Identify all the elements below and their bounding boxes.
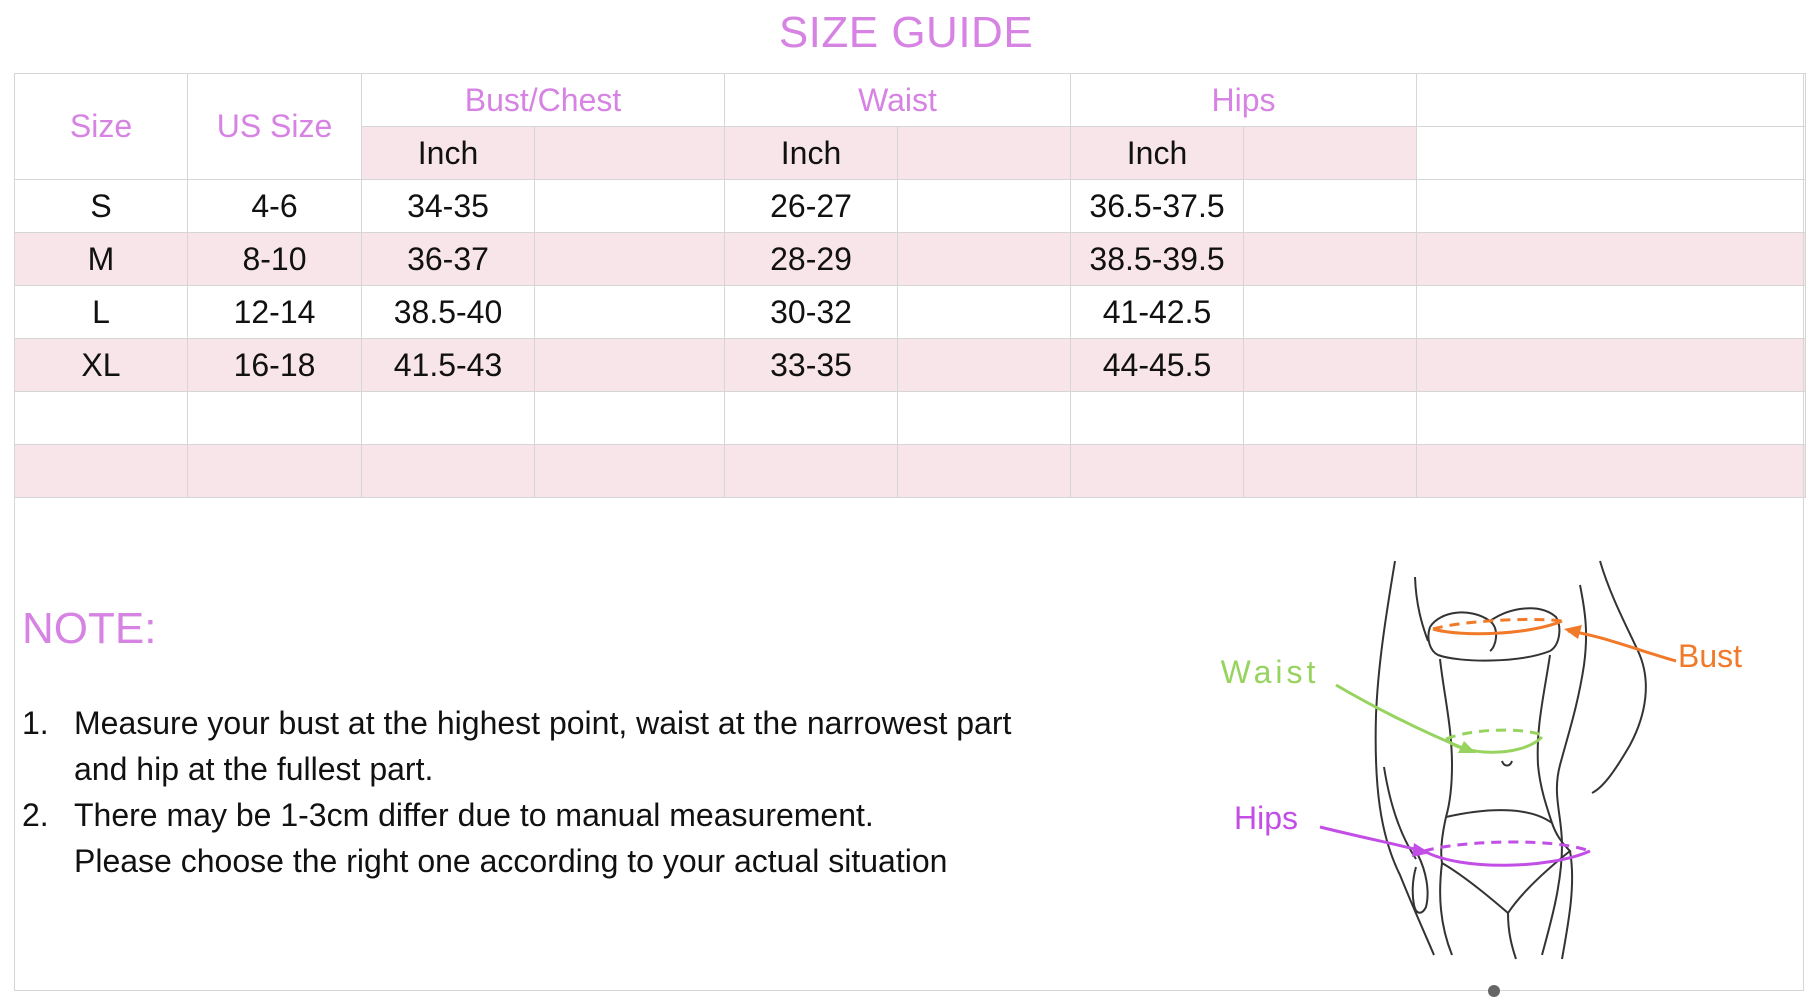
empty-cell: [1416, 338, 1807, 392]
empty-cell: [14, 444, 188, 498]
cell-us-size: 16-18: [187, 338, 362, 392]
empty-cell: [724, 391, 899, 445]
empty-cell: [361, 391, 535, 445]
empty-cell: [1243, 444, 1418, 498]
empty-cell: [533, 338, 726, 392]
header-waist: Waist: [724, 73, 1072, 127]
hips-label: Hips: [1234, 800, 1298, 836]
table-row: S 4-6 34-35 26-27 36.5-37.5: [14, 179, 1807, 233]
empty-cell: [1416, 126, 1807, 180]
empty-cell: [187, 391, 362, 445]
cell-waist: 30-32: [724, 285, 899, 339]
note-title: NOTE:: [22, 604, 157, 653]
note-line: Measure your bust at the highest point, …: [74, 705, 1012, 741]
empty-cell: [897, 444, 1072, 498]
cell-size: M: [14, 232, 188, 286]
cell-us-size: 8-10: [187, 232, 362, 286]
note-line: Please choose the right one according to…: [74, 843, 948, 879]
header-us-size: US Size: [187, 73, 362, 180]
empty-cell: [14, 391, 188, 445]
table-row-empty: [14, 444, 1807, 498]
note-item: 1. Measure your bust at the highest poin…: [22, 700, 1122, 792]
waist-measure-line: [1335, 683, 1544, 754]
empty-cell: [897, 285, 1072, 339]
table-row: L 12-14 38.5-40 30-32 41-42.5: [14, 285, 1807, 339]
empty-cell: [1243, 285, 1418, 339]
empty-cell: [897, 126, 1072, 180]
cell-bust: 38.5-40: [361, 285, 535, 339]
note-text: There may be 1-3cm differ due to manual …: [74, 792, 1122, 884]
cell-hips: 36.5-37.5: [1070, 179, 1245, 233]
note-number: 1.: [22, 705, 49, 741]
empty-cell: [1416, 179, 1807, 233]
cell-size: XL: [14, 338, 188, 392]
header-bust: Bust/Chest: [360, 73, 726, 127]
cell-hips: 38.5-39.5: [1070, 232, 1245, 286]
table-row: M 8-10 36-37 28-29 38.5-39.5: [14, 232, 1807, 286]
note-line: and hip at the fullest part.: [74, 751, 434, 787]
cell-hips: 41-42.5: [1070, 285, 1245, 339]
cell-us-size: 4-6: [187, 179, 362, 233]
cell-size: L: [14, 285, 188, 339]
empty-cell: [533, 126, 726, 180]
header-size: Size: [14, 73, 188, 180]
body-diagram: Bust Waist Hips: [1221, 560, 1742, 960]
body-outline: [1374, 560, 1647, 960]
empty-cell: [1416, 285, 1807, 339]
empty-cell: [1243, 179, 1418, 233]
empty-cell: [533, 391, 726, 445]
waist-label: Waist: [1221, 654, 1320, 690]
empty-cell: [897, 232, 1072, 286]
empty-cell: [533, 179, 726, 233]
empty-cell: [533, 285, 726, 339]
unit-bust: Inch: [361, 126, 535, 180]
empty-cell: [1243, 338, 1418, 392]
cell-us-size: 12-14: [187, 285, 362, 339]
cell-waist: 26-27: [724, 179, 899, 233]
empty-cell: [1416, 232, 1807, 286]
empty-cell: [1416, 444, 1807, 498]
empty-cell: [1070, 391, 1245, 445]
empty-cell: [897, 391, 1072, 445]
cell-size: S: [14, 179, 188, 233]
measurement-illustration: Bust Waist Hips: [1190, 555, 1750, 965]
note-number: 2.: [22, 797, 49, 833]
header-hips: Hips: [1070, 73, 1418, 127]
cell-waist: 28-29: [724, 232, 899, 286]
hips-measure-line: [1319, 825, 1591, 867]
cell-bust: 36-37: [361, 232, 535, 286]
empty-cell: [897, 179, 1072, 233]
empty-cell: [187, 444, 362, 498]
empty-cell: [897, 338, 1072, 392]
cell-bust: 34-35: [361, 179, 535, 233]
empty-cell: [1070, 444, 1245, 498]
empty-cell: [533, 444, 726, 498]
note-item: 2. There may be 1-3cm differ due to manu…: [22, 792, 1122, 884]
scroll-indicator[interactable]: [1488, 985, 1500, 997]
unit-hips: Inch: [1070, 126, 1245, 180]
unit-waist: Inch: [724, 126, 899, 180]
table-row-empty: [14, 391, 1807, 445]
note-text: Measure your bust at the highest point, …: [74, 700, 1122, 792]
empty-cell: [1243, 232, 1418, 286]
empty-cell: [361, 444, 535, 498]
empty-cell: [533, 232, 726, 286]
empty-cell: [724, 444, 899, 498]
bust-label: Bust: [1678, 638, 1742, 674]
note-list: 1. Measure your bust at the highest poin…: [22, 700, 1122, 884]
size-table: Size US Size Bust/Chest Waist Hips Inch …: [14, 73, 1807, 498]
empty-cell: [1416, 73, 1807, 127]
empty-cell: [1243, 126, 1418, 180]
cell-waist: 33-35: [724, 338, 899, 392]
header-row-1: Size US Size Bust/Chest Waist Hips: [14, 73, 1807, 180]
empty-cell: [1416, 391, 1807, 445]
cell-hips: 44-45.5: [1070, 338, 1245, 392]
table-row: XL 16-18 41.5-43 33-35 44-45.5: [14, 338, 1807, 392]
empty-cell: [1243, 391, 1418, 445]
cell-bust: 41.5-43: [361, 338, 535, 392]
note-line: There may be 1-3cm differ due to manual …: [74, 797, 874, 833]
page-title: SIZE GUIDE: [778, 8, 1034, 57]
